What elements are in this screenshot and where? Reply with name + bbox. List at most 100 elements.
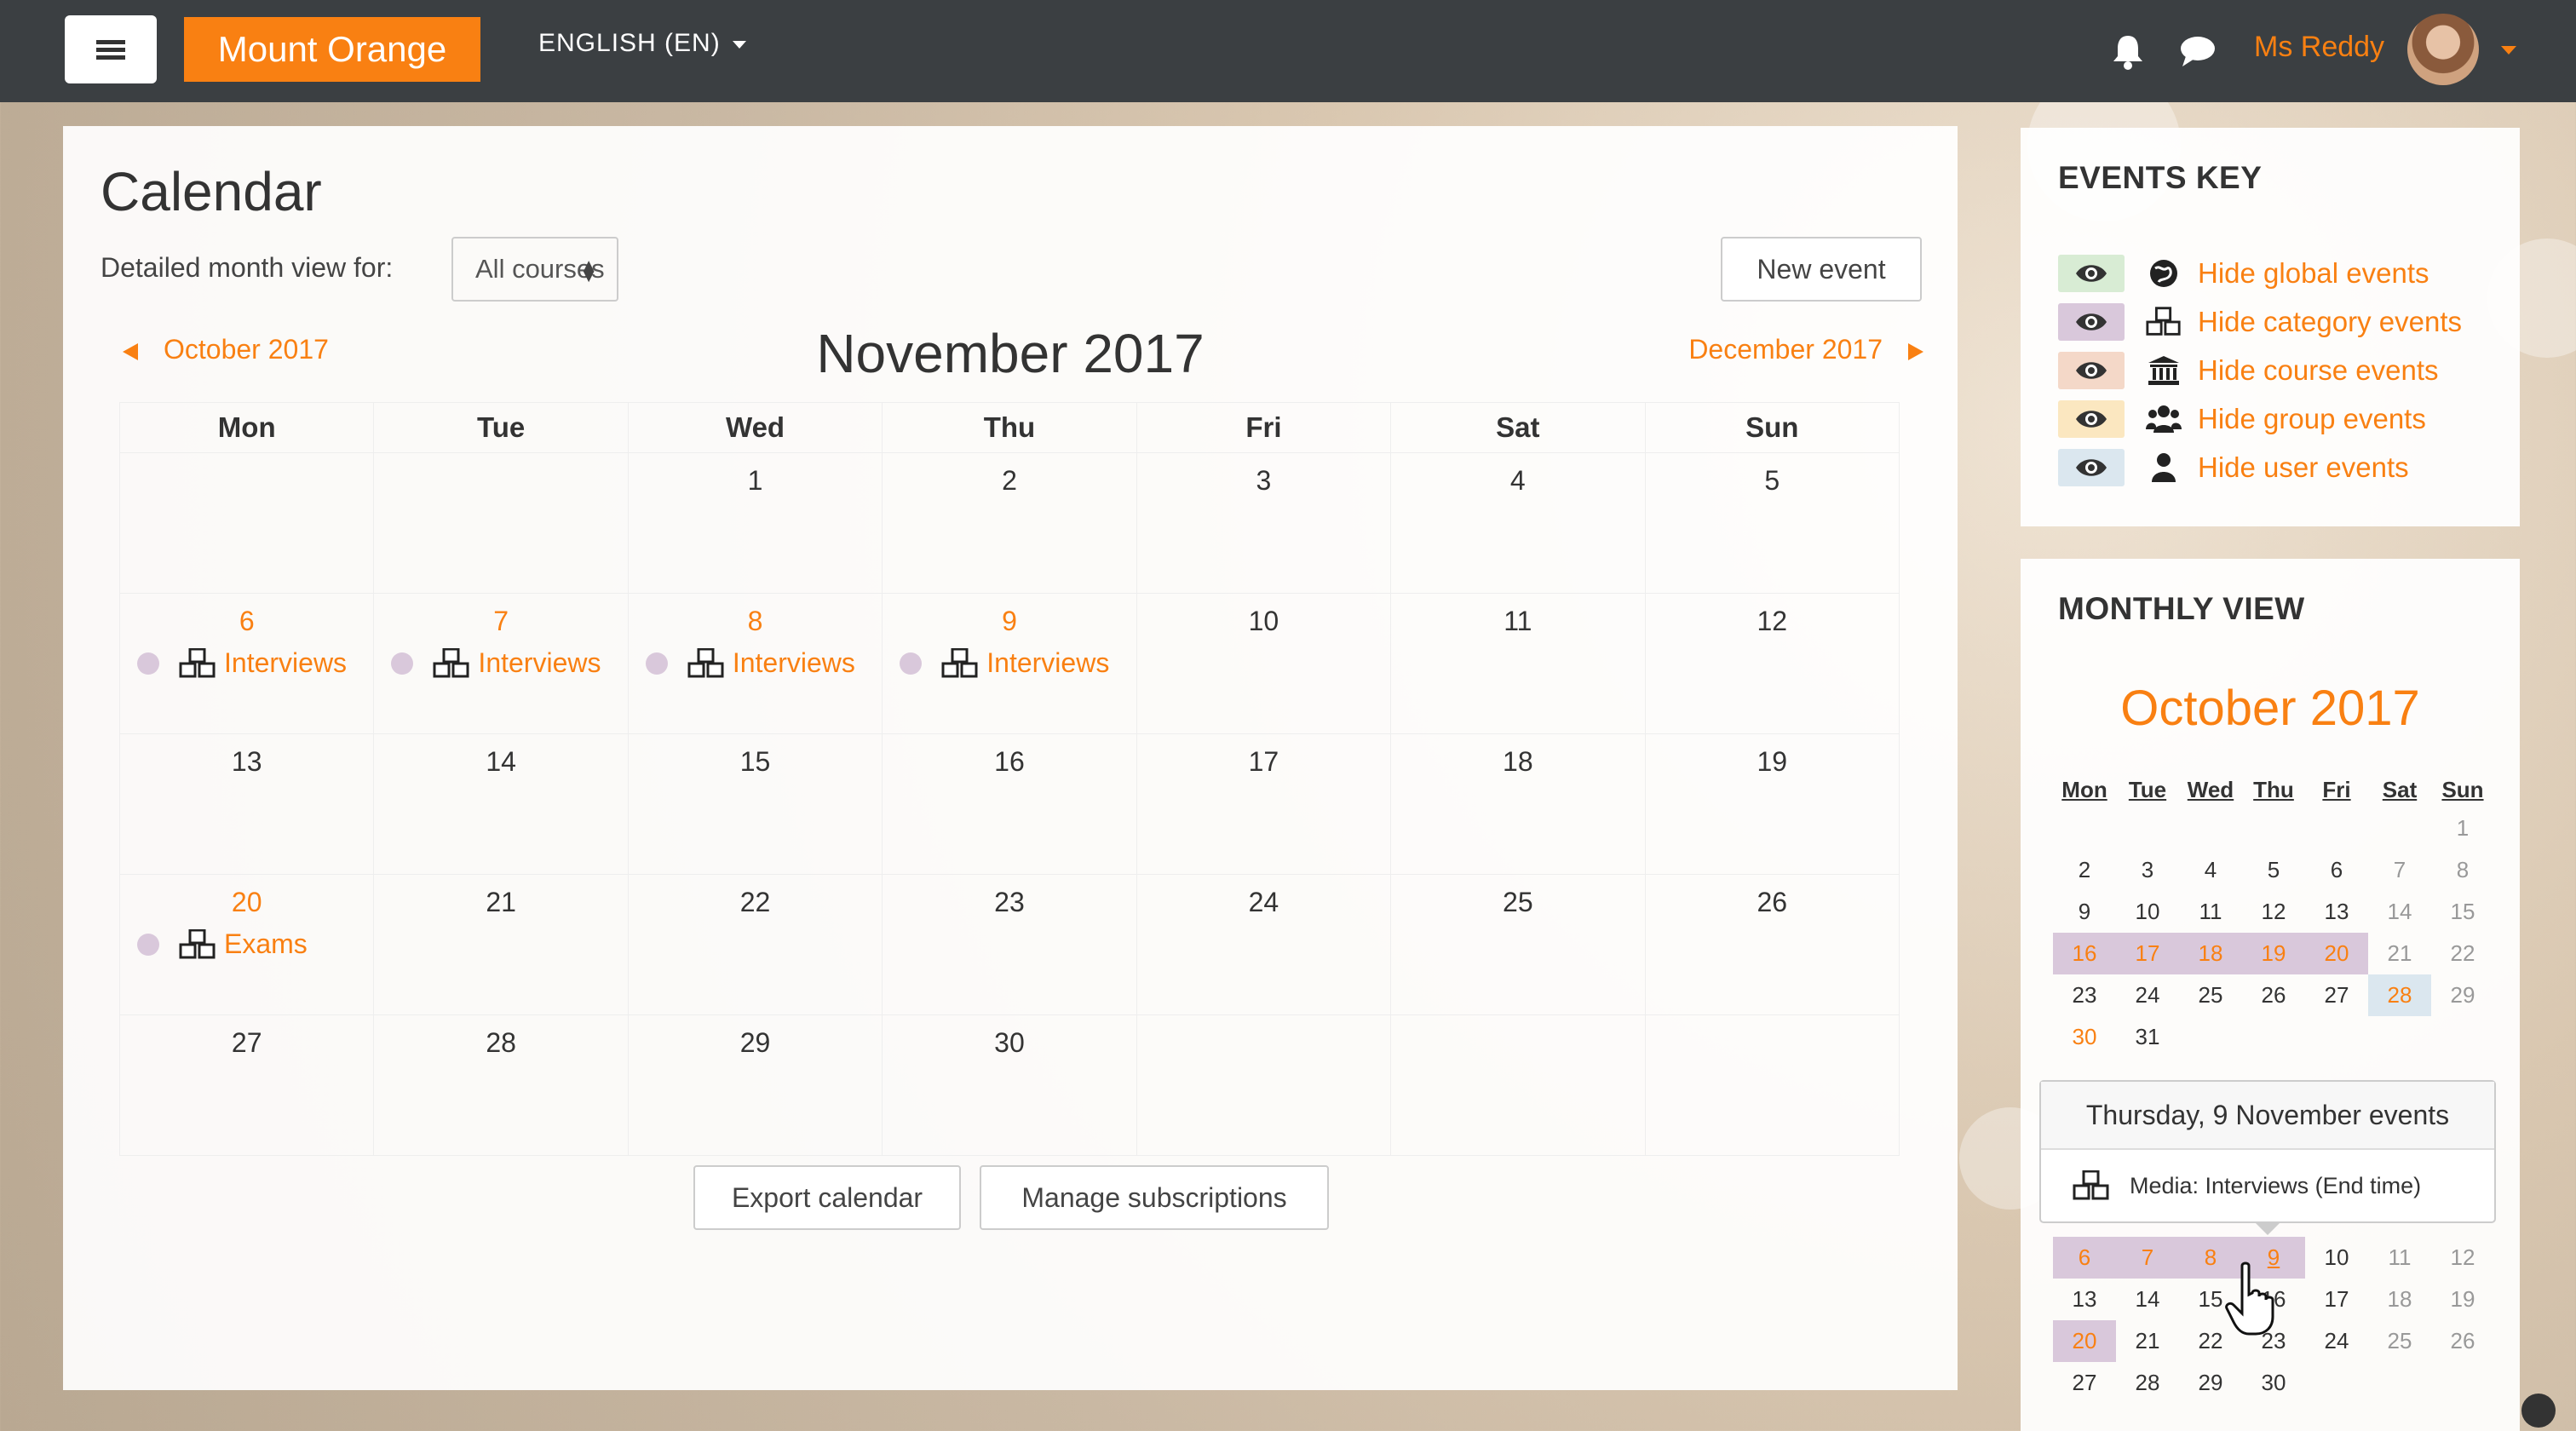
- mini-day-cell[interactable]: 7: [2116, 1237, 2179, 1279]
- mini-day-cell[interactable]: 24: [2305, 1320, 2368, 1362]
- mini-day-cell[interactable]: 4: [2179, 849, 2242, 891]
- calendar-day-cell[interactable]: 29: [627, 1014, 883, 1156]
- day-number[interactable]: 6: [120, 606, 373, 637]
- manage-subscriptions-button[interactable]: Manage subscriptions: [980, 1165, 1329, 1230]
- calendar-day-cell[interactable]: 27: [118, 1014, 375, 1156]
- language-menu[interactable]: ENGLISH (EN): [538, 29, 746, 58]
- mini-day-cell[interactable]: 13: [2305, 891, 2368, 933]
- mini-day-cell[interactable]: 15: [2431, 891, 2494, 933]
- mini-day-cell[interactable]: 13: [2053, 1279, 2116, 1320]
- mini-day-cell[interactable]: 18: [2368, 1279, 2431, 1320]
- eye-icon[interactable]: [2058, 400, 2125, 438]
- mini-day-cell[interactable]: 9: [2053, 891, 2116, 933]
- mini-day-cell[interactable]: 23: [2053, 974, 2116, 1016]
- calendar-day-cell[interactable]: 3: [1136, 452, 1392, 594]
- calendar-day-cell[interactable]: 1: [627, 452, 883, 594]
- mini-day-cell[interactable]: 28: [2116, 1362, 2179, 1404]
- mini-day-cell[interactable]: 14: [2116, 1279, 2179, 1320]
- calendar-day-cell[interactable]: 4: [1390, 452, 1646, 594]
- calendar-day-cell[interactable]: 16: [882, 733, 1137, 875]
- calendar-day-cell[interactable]: 8 Interviews: [627, 593, 883, 734]
- calendar-day-cell[interactable]: 13: [118, 733, 375, 875]
- user-name[interactable]: Ms Reddy: [2254, 31, 2384, 64]
- mini-day-cell[interactable]: 11: [2179, 891, 2242, 933]
- mini-day-cell[interactable]: 16: [2053, 933, 2116, 974]
- mini-day-cell[interactable]: 10: [2116, 891, 2179, 933]
- mini-day-cell[interactable]: 19: [2431, 1279, 2494, 1320]
- mini-day-cell[interactable]: 22: [2431, 933, 2494, 974]
- mini-day-cell[interactable]: 30: [2242, 1362, 2305, 1404]
- eye-icon[interactable]: [2058, 303, 2125, 341]
- mini-day-cell[interactable]: 28: [2368, 974, 2431, 1016]
- calendar-day-cell[interactable]: 10: [1136, 593, 1392, 734]
- calendar-day-cell[interactable]: 2: [882, 452, 1137, 594]
- avatar[interactable]: [2407, 14, 2479, 85]
- calendar-day-cell[interactable]: 22: [627, 874, 883, 1015]
- mini-day-cell[interactable]: 25: [2179, 974, 2242, 1016]
- event-key-link[interactable]: Hide group events: [2198, 403, 2426, 435]
- menu-toggle-button[interactable]: [65, 15, 157, 83]
- event-key-row[interactable]: Hide group events: [2058, 398, 2426, 440]
- eye-icon[interactable]: [2058, 449, 2125, 486]
- eye-icon[interactable]: [2058, 255, 2125, 292]
- mini-day-cell[interactable]: 11: [2368, 1237, 2431, 1279]
- mini-day-cell[interactable]: 12: [2242, 891, 2305, 933]
- user-menu-caret-icon[interactable]: [2501, 46, 2516, 55]
- mini-day-cell[interactable]: 26: [2431, 1320, 2494, 1362]
- mini-day-cell[interactable]: 5: [2242, 849, 2305, 891]
- course-select[interactable]: All courses ▲ ▼: [451, 237, 618, 302]
- bell-icon[interactable]: [2111, 32, 2145, 70]
- calendar-event[interactable]: Interviews: [137, 647, 373, 679]
- day-number[interactable]: 7: [374, 606, 627, 637]
- mini-day-cell[interactable]: 7: [2368, 849, 2431, 891]
- mini-day-cell[interactable]: 20: [2305, 933, 2368, 974]
- calendar-day-cell[interactable]: 28: [373, 1014, 629, 1156]
- calendar-day-cell[interactable]: 5: [1644, 452, 1900, 594]
- day-number[interactable]: 8: [629, 606, 882, 637]
- event-key-row[interactable]: Hide category events: [2058, 301, 2462, 343]
- calendar-day-cell[interactable]: 6 Interviews: [118, 593, 375, 734]
- popover-event[interactable]: Media: Interviews (End time): [2041, 1150, 2494, 1221]
- mini-day-cell[interactable]: 2: [2053, 849, 2116, 891]
- mini-day-cell[interactable]: 20: [2053, 1320, 2116, 1362]
- calendar-day-cell[interactable]: 7 Interviews: [373, 593, 629, 734]
- chat-bubble-icon[interactable]: [2179, 34, 2217, 68]
- event-key-link[interactable]: Hide global events: [2198, 257, 2429, 290]
- mini-day-cell[interactable]: 10: [2305, 1237, 2368, 1279]
- calendar-day-cell[interactable]: 11: [1390, 593, 1646, 734]
- calendar-day-cell[interactable]: 30: [882, 1014, 1137, 1156]
- mini-day-cell[interactable]: 19: [2242, 933, 2305, 974]
- event-key-row[interactable]: Hide global events: [2058, 252, 2429, 295]
- calendar-day-cell[interactable]: 25: [1390, 874, 1646, 1015]
- calendar-event[interactable]: Interviews: [391, 647, 627, 679]
- eye-icon[interactable]: [2058, 352, 2125, 389]
- mini-month-title[interactable]: October 2017: [2021, 680, 2520, 737]
- corner-widget-icon[interactable]: [2521, 1394, 2556, 1428]
- calendar-day-cell[interactable]: 21: [373, 874, 629, 1015]
- event-key-link[interactable]: Hide category events: [2198, 306, 2462, 338]
- mini-day-cell[interactable]: 17: [2305, 1279, 2368, 1320]
- calendar-day-cell[interactable]: 12: [1644, 593, 1900, 734]
- mini-day-cell[interactable]: 6: [2305, 849, 2368, 891]
- mini-day-cell[interactable]: 29: [2431, 974, 2494, 1016]
- site-brand[interactable]: Mount Orange: [184, 17, 480, 82]
- calendar-event[interactable]: Interviews: [900, 647, 1136, 679]
- event-key-row[interactable]: Hide user events: [2058, 446, 2409, 489]
- calendar-day-cell[interactable]: 14: [373, 733, 629, 875]
- new-event-button[interactable]: New event: [1721, 237, 1922, 302]
- mini-day-cell[interactable]: 21: [2116, 1320, 2179, 1362]
- mini-day-cell[interactable]: 1: [2431, 807, 2494, 849]
- day-number[interactable]: 9: [883, 606, 1136, 637]
- mini-day-cell[interactable]: 27: [2305, 974, 2368, 1016]
- calendar-day-cell[interactable]: 26: [1644, 874, 1900, 1015]
- mini-day-cell[interactable]: 14: [2368, 891, 2431, 933]
- mini-day-cell[interactable]: 29: [2179, 1362, 2242, 1404]
- event-key-link[interactable]: Hide user events: [2198, 451, 2409, 484]
- event-key-link[interactable]: Hide course events: [2198, 354, 2438, 387]
- mini-day-cell[interactable]: 31: [2116, 1016, 2179, 1058]
- export-calendar-button[interactable]: Export calendar: [693, 1165, 961, 1230]
- mini-day-cell[interactable]: 12: [2431, 1237, 2494, 1279]
- calendar-day-cell[interactable]: 19: [1644, 733, 1900, 875]
- calendar-day-cell[interactable]: 23: [882, 874, 1137, 1015]
- mini-day-cell[interactable]: 27: [2053, 1362, 2116, 1404]
